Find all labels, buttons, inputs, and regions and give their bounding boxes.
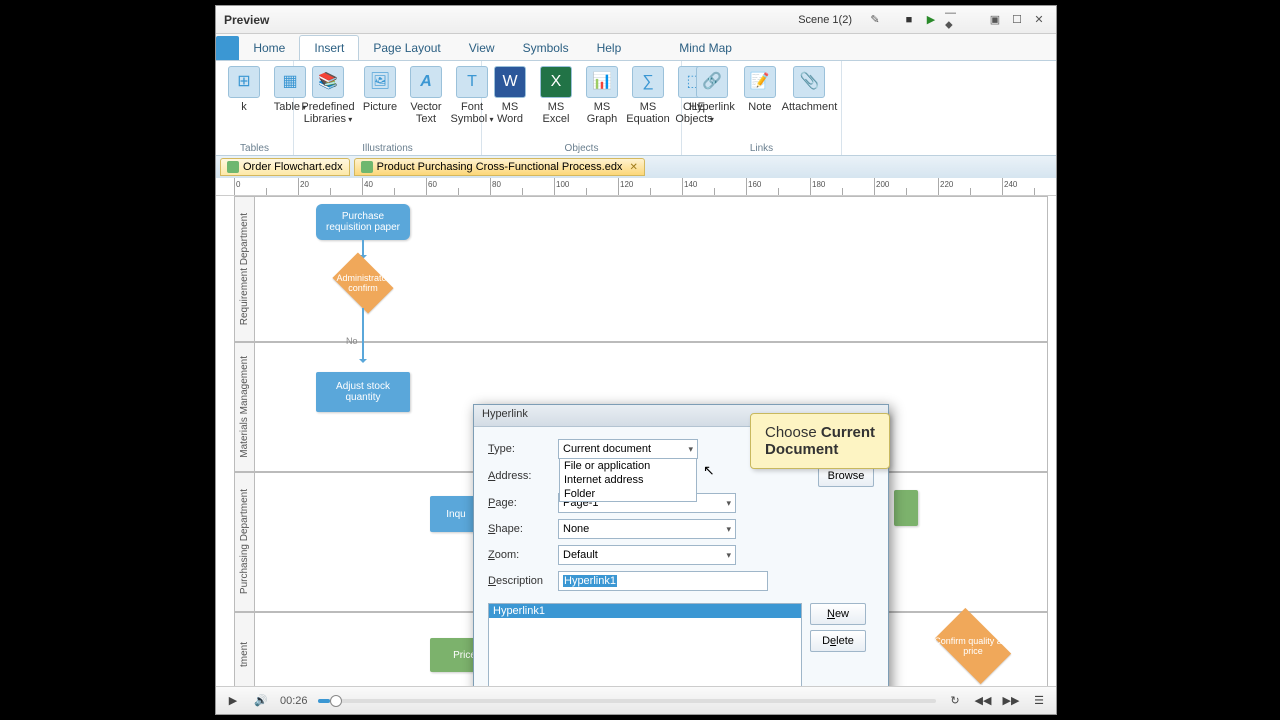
preview-window: Preview Scene 1(2) ✎ ■ ▶ —⬥ ▣ ☐ ✕ Home I…: [215, 5, 1057, 715]
play-icon[interactable]: ▶: [922, 11, 940, 29]
ribbon-tabs: Home Insert Page Layout View Symbols Hel…: [216, 34, 1056, 60]
tab-insert[interactable]: Insert: [299, 35, 359, 60]
type-select[interactable]: Current document File or application Int…: [558, 439, 698, 459]
hyperlink-list[interactable]: Hyperlink1: [488, 603, 802, 688]
group-illustrations: Illustrations: [300, 142, 475, 155]
shape-admin[interactable]: Administrator confirm: [328, 258, 398, 308]
canvas[interactable]: tmentPurchasing DepartmentMaterials Mana…: [216, 196, 1056, 688]
stop-icon[interactable]: ■: [900, 11, 918, 29]
page-label: Page:: [488, 497, 558, 509]
btn-hyperlink[interactable]: 🔗Hyperlink: [688, 64, 736, 142]
type-option[interactable]: Folder: [560, 487, 696, 501]
file-tab[interactable]: [216, 36, 239, 60]
edit-icon[interactable]: ✎: [866, 11, 884, 29]
new-button[interactable]: New: [810, 603, 866, 625]
slider-icon[interactable]: —⬥: [944, 11, 962, 29]
shape-purchase[interactable]: Purchase requisition paper: [316, 204, 410, 240]
loop-icon[interactable]: ↻: [946, 692, 964, 710]
ribbon-content: ⊞k ▦Table Tables 📚Predefined Libraries 🖼…: [216, 60, 1056, 155]
shape-label: Shape:: [488, 523, 558, 535]
delete-button[interactable]: Delete: [810, 630, 866, 652]
maximize-icon[interactable]: ☐: [1008, 11, 1026, 29]
connector: [362, 240, 364, 258]
titlebar: Preview Scene 1(2) ✎ ■ ▶ —⬥ ▣ ☐ ✕: [216, 6, 1056, 34]
list-icon[interactable]: ☰: [1030, 692, 1048, 710]
btn-ms-graph[interactable]: 📊MS Graph: [580, 64, 624, 142]
document-tabs: Order Flowchart.edx Product Purchasing C…: [216, 156, 1056, 178]
tab-page-layout[interactable]: Page Layout: [359, 36, 454, 60]
label-no: No: [346, 336, 358, 346]
type-option[interactable]: Internet address: [560, 473, 696, 487]
tab-mindmap[interactable]: Mind Map: [665, 36, 746, 60]
group-tables: Tables: [222, 142, 287, 155]
prev-icon[interactable]: ◀◀: [974, 692, 992, 710]
list-item[interactable]: Hyperlink1: [489, 604, 801, 618]
next-icon[interactable]: ▶▶: [1002, 692, 1020, 710]
shape-adjust[interactable]: Adjust stock quantity: [316, 372, 410, 412]
type-dropdown: File or application Internet address Fol…: [559, 459, 697, 502]
tab-help[interactable]: Help: [583, 36, 636, 60]
btn-vector-text[interactable]: AVector Text: [404, 64, 448, 142]
doctab-product[interactable]: Product Purchasing Cross-Functional Proc…: [354, 158, 645, 176]
ribbon: Home Insert Page Layout View Symbols Hel…: [216, 34, 1056, 156]
doctab-order[interactable]: Order Flowchart.edx: [220, 158, 350, 176]
play-button[interactable]: ▶: [224, 692, 242, 710]
playback-bar: ▶ 🔊 00:26 ↻ ◀◀ ▶▶ ☰: [216, 686, 1056, 714]
tab-home[interactable]: Home: [239, 36, 299, 60]
shape-confirm[interactable]: Confirm quality and price: [928, 616, 1018, 676]
horizontal-ruler: 020406080100120140160180200220240: [216, 178, 1056, 196]
btn-attachment[interactable]: 📎Attachment: [784, 64, 835, 142]
group-links: Links: [688, 142, 835, 155]
shape-green[interactable]: [894, 490, 918, 526]
address-label: Address:: [488, 470, 558, 482]
connector: [362, 308, 364, 362]
btn-k[interactable]: ⊞k: [222, 64, 266, 142]
zoom-select[interactable]: Default: [558, 545, 736, 565]
type-label: Type:: [488, 443, 558, 455]
btn-ms-word[interactable]: WMS Word: [488, 64, 532, 142]
tutorial-tooltip: Choose Current Document: [750, 413, 890, 469]
volume-icon[interactable]: 🔊: [252, 692, 270, 710]
btn-predefined-libraries[interactable]: 📚Predefined Libraries: [300, 64, 356, 142]
btn-picture[interactable]: 🖼Picture: [358, 64, 402, 142]
btn-note[interactable]: 📝Note: [738, 64, 782, 142]
window-icon[interactable]: ▣: [986, 11, 1004, 29]
zoom-label: Zoom:: [488, 549, 558, 561]
close-icon[interactable]: ✕: [1030, 11, 1048, 29]
btn-ms-excel[interactable]: XMS Excel: [534, 64, 578, 142]
btn-ms-equation[interactable]: ∑MS Equation: [626, 64, 670, 142]
close-icon[interactable]: ✕: [629, 162, 637, 173]
tab-symbols[interactable]: Symbols: [509, 36, 583, 60]
group-objects: Objects: [488, 142, 675, 155]
type-option[interactable]: File or application: [560, 459, 696, 473]
playback-time: 00:26: [280, 695, 308, 707]
seek-bar[interactable]: [318, 699, 936, 703]
desc-input[interactable]: Hyperlink1: [558, 571, 768, 591]
desc-label: Description: [488, 575, 558, 587]
shape-select[interactable]: None: [558, 519, 736, 539]
scene-label: Scene 1(2): [798, 14, 852, 26]
tab-view[interactable]: View: [455, 36, 509, 60]
window-title: Preview: [224, 13, 269, 27]
